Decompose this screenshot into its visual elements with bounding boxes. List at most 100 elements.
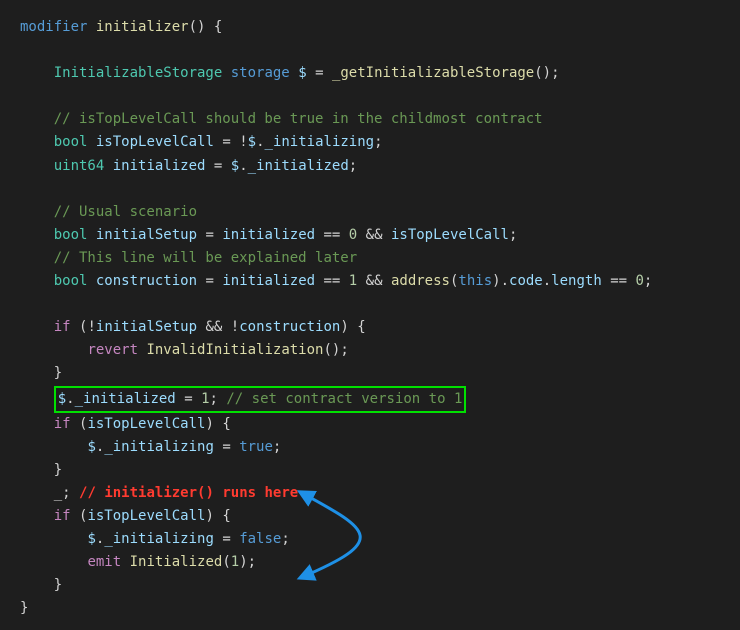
op: && xyxy=(366,273,383,289)
semi: ; xyxy=(281,531,289,547)
paren: (); xyxy=(534,65,559,81)
brace: { xyxy=(222,508,230,524)
dot: . xyxy=(239,158,247,174)
this-kw: this xyxy=(458,273,492,289)
comment: // isTopLevelCall should be true in the … xyxy=(54,111,543,127)
event-name: Initialized xyxy=(130,554,223,570)
var: initialSetup xyxy=(96,319,197,335)
obj: $ xyxy=(87,531,95,547)
eq: = xyxy=(315,65,323,81)
lp: ( xyxy=(222,554,230,570)
semi: ; xyxy=(374,134,382,150)
comment: // set contract version to 1 xyxy=(226,391,462,407)
var: initialized xyxy=(113,158,206,174)
type-uint64: uint64 xyxy=(54,158,105,174)
placeholder: _ xyxy=(54,485,62,501)
if-kw: if xyxy=(54,508,71,524)
if-kw: if xyxy=(54,319,71,335)
obj: $ xyxy=(58,391,66,407)
eq: = xyxy=(222,531,230,547)
rhs: initialized xyxy=(222,227,315,243)
keyword-modifier: modifier xyxy=(20,19,87,35)
fn: address xyxy=(391,273,450,289)
obj: $ xyxy=(248,134,256,150)
brace: } xyxy=(54,462,62,478)
semi: ; xyxy=(62,485,70,501)
op: && xyxy=(366,227,383,243)
type-name: InitializableStorage xyxy=(54,65,223,81)
member: length xyxy=(551,273,602,289)
emit-kw: emit xyxy=(87,554,121,570)
brace: } xyxy=(54,365,62,381)
field: _initializing xyxy=(104,531,214,547)
parens: () xyxy=(189,19,206,35)
num: 0 xyxy=(349,227,357,243)
type-bool: bool xyxy=(54,134,88,150)
eq: = xyxy=(205,273,213,289)
obj: $ xyxy=(87,439,95,455)
semi: ; xyxy=(273,439,281,455)
rp: ) xyxy=(205,508,213,524)
var: isTopLevelCall xyxy=(87,508,205,524)
eq: = xyxy=(222,134,230,150)
storage-kw: storage xyxy=(231,65,290,81)
rp: ); xyxy=(239,554,256,570)
revert-kw: revert xyxy=(87,342,138,358)
num: 1 xyxy=(231,554,239,570)
op: == xyxy=(610,273,627,289)
var: isTopLevelCall xyxy=(96,134,214,150)
brace: { xyxy=(222,416,230,432)
bool-true: true xyxy=(239,439,273,455)
op: == xyxy=(324,227,341,243)
var: construction xyxy=(96,273,197,289)
eq: = xyxy=(222,439,230,455)
var: $ xyxy=(298,65,306,81)
brace: } xyxy=(54,577,62,593)
comment: // Usual scenario xyxy=(54,204,197,220)
eq: = xyxy=(214,158,222,174)
num: 1 xyxy=(349,273,357,289)
semi: ; xyxy=(509,227,517,243)
field: _initializing xyxy=(104,439,214,455)
dot: . xyxy=(543,273,551,289)
highlight-comment: runs here xyxy=(214,485,298,501)
highlight-fn-name: initializer() xyxy=(104,485,214,501)
op: && xyxy=(205,319,222,335)
brace: { xyxy=(214,19,222,35)
rhs: isTopLevelCall xyxy=(391,227,509,243)
dot: . xyxy=(66,391,74,407)
comment: // This line will be explained later xyxy=(54,250,357,266)
rp: ) xyxy=(340,319,348,335)
dot: . xyxy=(256,134,264,150)
brace: { xyxy=(357,319,365,335)
if-kw: if xyxy=(54,416,71,432)
var: isTopLevelCall xyxy=(87,416,205,432)
semi: ; xyxy=(349,158,357,174)
fn-call: _getInitializableStorage xyxy=(332,65,534,81)
function-name: initializer xyxy=(96,19,189,35)
var: construction xyxy=(239,319,340,335)
type-bool: bool xyxy=(54,273,88,289)
obj: $ xyxy=(231,158,239,174)
error-name: InvalidInitialization xyxy=(146,342,323,358)
highlight-comment: // xyxy=(79,485,104,501)
bang: ! xyxy=(239,134,247,150)
field: _initializing xyxy=(265,134,375,150)
eq: = xyxy=(205,227,213,243)
semi: ; xyxy=(210,391,218,407)
paren: (); xyxy=(323,342,348,358)
brace: } xyxy=(20,600,28,616)
var: initialSetup xyxy=(96,227,197,243)
field: _initialized xyxy=(75,391,176,407)
rhs: initialized xyxy=(222,273,315,289)
field: _initialized xyxy=(248,158,349,174)
member: code xyxy=(509,273,543,289)
dot: . xyxy=(501,273,509,289)
rp: ) xyxy=(205,416,213,432)
bang: ! xyxy=(231,319,239,335)
highlighted-line: $._initialized = 1; // set contract vers… xyxy=(54,386,467,413)
eq: = xyxy=(184,391,192,407)
bang: ! xyxy=(87,319,95,335)
rp: ) xyxy=(492,273,500,289)
op: == xyxy=(324,273,341,289)
